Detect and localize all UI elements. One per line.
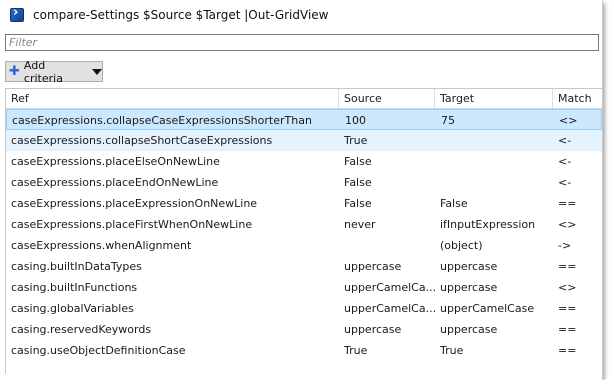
cell-target: ifInputExpression <box>440 218 536 231</box>
cell-match: == <box>558 302 577 315</box>
dropdown-arrow-icon <box>92 68 102 75</box>
cell-match: <> <box>558 281 577 294</box>
cell-source: False <box>344 197 372 210</box>
cell-source: uppercase <box>344 260 402 273</box>
cell-ref: caseExpressions.placeExpressionOnNewLine <box>11 197 258 210</box>
cell-match: -> <box>558 239 572 252</box>
column-header-match[interactable]: Match <box>553 89 602 108</box>
cell-target: upperCamelCase <box>440 302 535 315</box>
add-criteria-button[interactable]: ✚ Add criteria <box>5 58 103 85</box>
cell-target: uppercase <box>440 260 498 273</box>
table-row[interactable]: casing.builtInDataTypes uppercase upperc… <box>6 256 602 277</box>
cell-ref: casing.reservedKeywords <box>11 323 152 336</box>
cell-source: never <box>344 218 376 231</box>
torn-edge <box>0 372 614 390</box>
cell-ref: caseExpressions.placeEndOnNewLine <box>11 176 219 189</box>
cell-target: uppercase <box>440 281 498 294</box>
cell-source: 100 <box>345 114 366 127</box>
column-header-target[interactable]: Target <box>435 89 553 108</box>
cell-match: <> <box>558 218 577 231</box>
cell-ref: caseExpressions.placeFirstWhenOnNewLine <box>11 218 253 231</box>
grid-header: Ref Source Target Match <box>6 89 602 109</box>
cell-target: uppercase <box>440 323 498 336</box>
cell-match: <- <box>558 134 572 147</box>
cell-ref: casing.useObjectDefinitionCase <box>11 344 186 357</box>
cell-match: <> <box>559 114 578 127</box>
cell-match: == <box>558 323 577 336</box>
table-row[interactable]: caseExpressions.whenAlignment (object) -… <box>6 235 602 256</box>
table-row[interactable]: casing.builtInFunctions upperCamelCa... … <box>6 277 602 298</box>
window-title: compare-Settings $Source $Target |Out-Gr… <box>33 8 329 22</box>
cell-ref: caseExpressions.collapseCaseExpressionsS… <box>12 114 312 127</box>
cell-source: True <box>344 344 368 357</box>
table-row[interactable]: casing.useObjectDefinitionCase True True… <box>6 340 602 361</box>
table-row[interactable]: caseExpressions.placeElseOnNewLine False… <box>6 151 602 172</box>
cell-source: False <box>344 155 372 168</box>
plus-icon: ✚ <box>9 64 20 79</box>
cell-source: uppercase <box>344 323 402 336</box>
cell-target: True <box>440 344 464 357</box>
cell-target: 75 <box>441 114 455 127</box>
table-row[interactable]: caseExpressions.placeFirstWhenOnNewLine … <box>6 214 602 235</box>
column-header-source[interactable]: Source <box>339 89 435 108</box>
cell-target <box>435 151 553 172</box>
cell-source: upperCamelCa... <box>344 302 435 315</box>
cell-match: <- <box>558 176 572 189</box>
table-row[interactable]: caseExpressions.collapseCaseExpressionsS… <box>6 109 602 130</box>
cell-target <box>435 130 553 151</box>
cell-source: False <box>344 176 372 189</box>
cell-match: == <box>558 197 577 210</box>
filter-input[interactable]: Filter <box>5 34 599 51</box>
cell-ref: caseExpressions.placeElseOnNewLine <box>11 155 220 168</box>
title-bar: compare-Settings $Source $Target |Out-Gr… <box>0 0 602 30</box>
table-row[interactable]: caseExpressions.placeEndOnNewLine False … <box>6 172 602 193</box>
table-row[interactable]: casing.globalVariables upperCamelCa... u… <box>6 298 602 319</box>
cell-match: == <box>558 260 577 273</box>
cell-source: True <box>344 134 368 147</box>
cell-match: == <box>558 344 577 357</box>
powershell-icon <box>10 5 24 22</box>
cell-source: upperCamelCa... <box>344 281 435 294</box>
table-row[interactable]: casing.reservedKeywords uppercase upperc… <box>6 319 602 340</box>
cell-ref: casing.globalVariables <box>11 302 134 315</box>
grid-view-window: compare-Settings $Source $Target |Out-Gr… <box>0 0 603 384</box>
results-grid: Ref Source Target Match caseExpressions.… <box>5 88 602 384</box>
cell-ref: casing.builtInFunctions <box>11 281 138 294</box>
table-row[interactable]: caseExpressions.placeExpressionOnNewLine… <box>6 193 602 214</box>
cell-match: <- <box>558 155 572 168</box>
table-row[interactable]: caseExpressions.collapseShortCaseExpress… <box>6 130 602 151</box>
cell-target: False <box>440 197 468 210</box>
column-header-ref[interactable]: Ref <box>6 89 339 108</box>
add-criteria-label: Add criteria <box>23 58 63 85</box>
cell-target: (object) <box>440 239 483 252</box>
cell-ref: caseExpressions.collapseShortCaseExpress… <box>11 134 273 147</box>
cell-source <box>339 235 435 256</box>
cell-ref: caseExpressions.whenAlignment <box>11 239 192 252</box>
cell-ref: casing.builtInDataTypes <box>11 260 142 273</box>
cell-target <box>435 172 553 193</box>
